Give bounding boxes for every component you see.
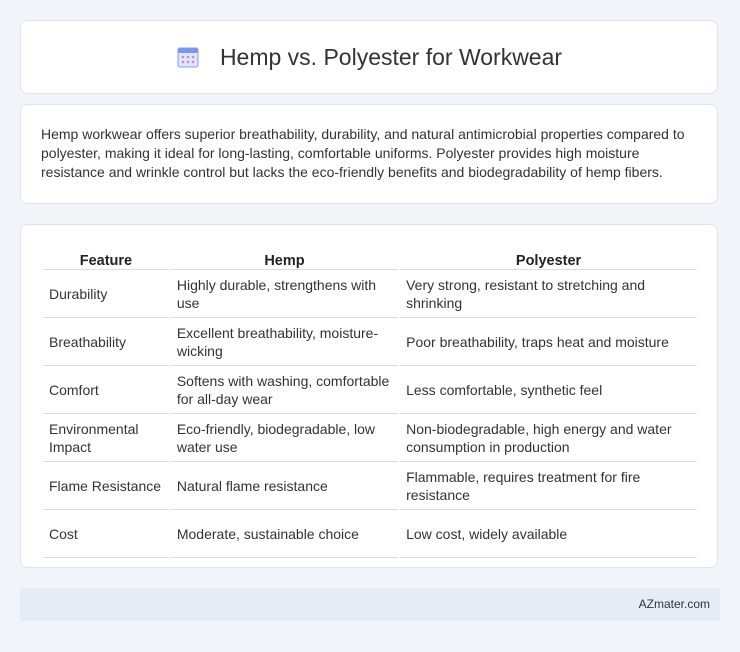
footer: AZmater.com: [20, 588, 720, 621]
table-cell: Flame Resistance: [43, 462, 169, 510]
table-row: Cost Moderate, sustainable choice Low co…: [43, 510, 697, 558]
calendar-icon: [177, 47, 199, 68]
table-cell: Eco-friendly, biodegradable, low water u…: [170, 414, 399, 462]
table-header-row: Feature Hemp Polyester: [43, 247, 697, 270]
table-cell: Less comfortable, synthetic feel: [400, 366, 697, 414]
table-cell: Poor breathability, traps heat and moist…: [400, 318, 697, 366]
summary-text: Hemp workwear offers superior breathabil…: [41, 126, 685, 180]
table-cell: Low cost, widely available: [400, 510, 697, 558]
table-cell: Durability: [43, 270, 169, 318]
table-row: Flame Resistance Natural flame resistanc…: [43, 462, 697, 510]
column-header: Polyester: [400, 247, 697, 270]
table-cell: Softens with washing, comfortable for al…: [170, 366, 399, 414]
table-cell: Comfort: [43, 366, 169, 414]
table-cell: Breathability: [43, 318, 169, 366]
table-cell: Moderate, sustainable choice: [170, 510, 399, 558]
column-header: Hemp: [170, 247, 399, 270]
table-cell: Non-biodegradable, high energy and water…: [400, 414, 697, 462]
table-cell: Natural flame resistance: [170, 462, 399, 510]
page-title: Hemp vs. Polyester for Workwear: [219, 43, 563, 70]
table-row: Comfort Softens with washing, comfortabl…: [43, 366, 697, 414]
table-cell: Cost: [43, 510, 169, 558]
comparison-card: Feature Hemp Polyester Durability Highly…: [20, 224, 718, 568]
table-cell: Excellent breathability, moisture-wickin…: [170, 318, 399, 366]
table-cell: Highly durable, strengthens with use: [170, 270, 399, 318]
table-row: Durability Highly durable, strengthens w…: [43, 270, 697, 318]
summary-card: Hemp workwear offers superior breathabil…: [20, 104, 718, 204]
footer-site-link[interactable]: AZmater.com: [639, 597, 710, 611]
table-row: Environmental Impact Eco-friendly, biode…: [43, 414, 697, 462]
table-row: Breathability Excellent breathability, m…: [43, 318, 697, 366]
table-cell: Environmental Impact: [43, 414, 169, 462]
comparison-table: Feature Hemp Polyester Durability Highly…: [41, 247, 699, 558]
table-cell: Very strong, resistant to stretching and…: [400, 270, 697, 318]
table-cell: Flammable, requires treatment for fire r…: [400, 462, 697, 510]
column-header: Feature: [43, 247, 169, 270]
title-card: Hemp vs. Polyester for Workwear: [20, 20, 718, 94]
